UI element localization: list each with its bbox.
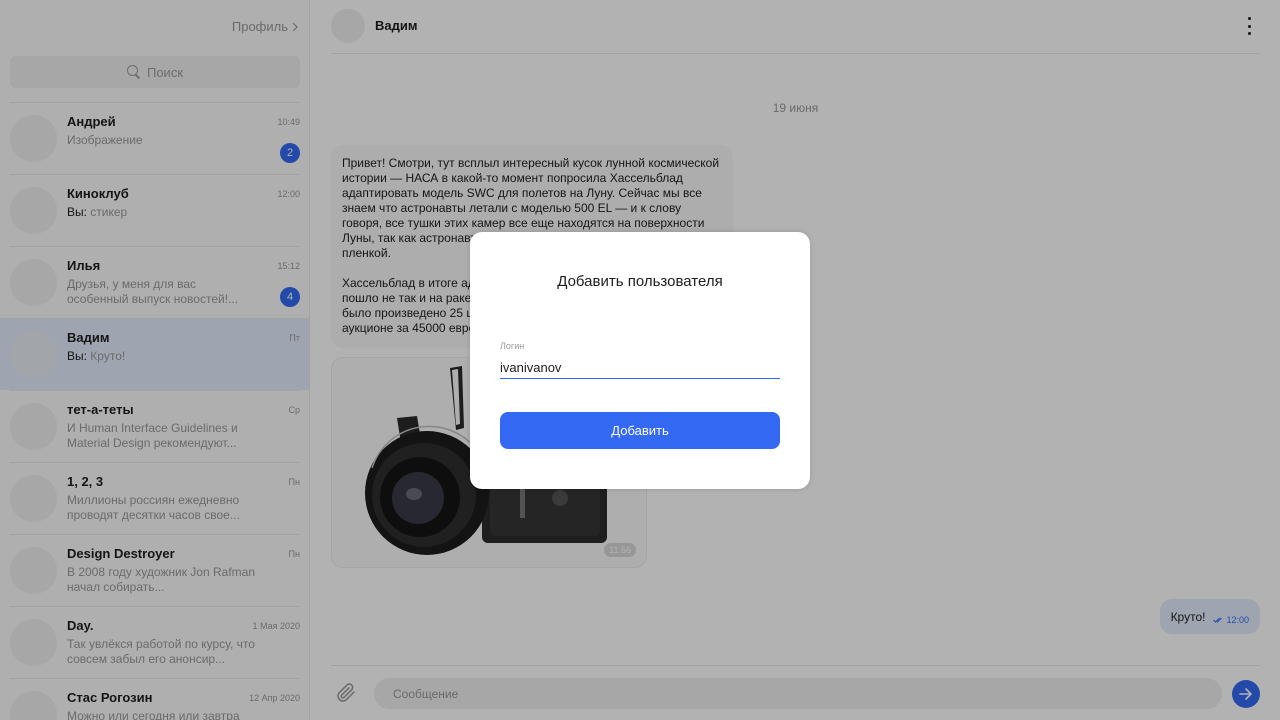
dialog-title: Добавить пользователя	[557, 273, 723, 290]
add-user-button[interactable]: Добавить	[500, 412, 780, 449]
login-field-label: Логин	[500, 341, 525, 351]
login-field[interactable]	[500, 356, 780, 379]
add-user-dialog: Добавить пользователя Логин Добавить	[470, 232, 810, 489]
